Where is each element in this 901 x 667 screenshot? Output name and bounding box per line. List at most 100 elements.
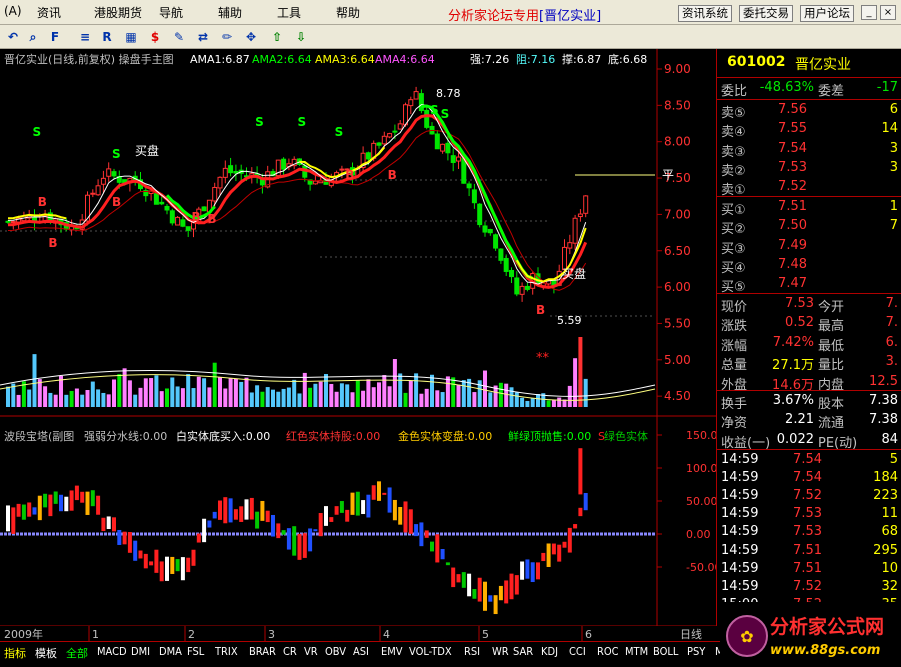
move-icon[interactable]: ✥ bbox=[242, 28, 260, 46]
volume-bar bbox=[64, 394, 69, 407]
indicator-bar bbox=[112, 517, 116, 532]
up-arrow-icon[interactable]: ⇧ bbox=[268, 28, 286, 46]
link-icon[interactable]: ⇄ bbox=[194, 28, 212, 46]
book-row[interactable]: 卖② 7.53 3 bbox=[717, 159, 901, 179]
tab-vr[interactable]: VR bbox=[304, 645, 318, 658]
volume-bar bbox=[6, 386, 10, 407]
book-row[interactable]: 卖⑤ 7.56 6 bbox=[717, 101, 901, 121]
tab-dma[interactable]: DMA bbox=[159, 645, 182, 658]
volume-bar bbox=[339, 383, 344, 407]
dollar-icon[interactable]: $ bbox=[146, 28, 164, 46]
indicator-bar bbox=[361, 500, 366, 515]
menu-item-a[interactable]: (A) bbox=[4, 4, 22, 18]
candle bbox=[175, 216, 181, 226]
volume-bar bbox=[143, 378, 148, 407]
volume-bar bbox=[403, 392, 408, 407]
book-row[interactable]: 买② 7.50 7 bbox=[717, 217, 901, 237]
ama4-label: AMA4:6.64 bbox=[375, 53, 435, 66]
rsi-icon[interactable]: R bbox=[98, 28, 116, 46]
book-row[interactable]: 买⑤ 7.47 bbox=[717, 275, 901, 295]
drag-icon[interactable]: ✎ bbox=[170, 28, 188, 46]
book-row[interactable]: 买④ 7.48 bbox=[717, 256, 901, 276]
back-icon[interactable]: ↶ bbox=[4, 28, 22, 46]
volume-bar bbox=[398, 373, 403, 407]
indicator-bar bbox=[546, 543, 551, 567]
indicator-name: 波段宝塔(副图 bbox=[4, 429, 74, 443]
chart-area[interactable]: 晋亿实业(日线,前复权) 操盘手主图 AMA1:6.87 AMA2:6.64 A… bbox=[0, 49, 716, 626]
logo: ✿ 分析家公式网 www.88gs.com bbox=[720, 602, 901, 664]
volume-bar bbox=[355, 380, 360, 407]
tab-asi[interactable]: ASI bbox=[353, 645, 369, 658]
volume-bar bbox=[69, 390, 74, 407]
trade-button[interactable]: 委托交易 bbox=[739, 5, 793, 22]
tab-psy[interactable]: PSY bbox=[687, 645, 705, 658]
indicator-bar bbox=[239, 506, 244, 522]
calendar-icon[interactable]: ▦ bbox=[122, 28, 140, 46]
buy-marker: B bbox=[388, 168, 397, 182]
forum-button[interactable]: 用户论坛 bbox=[800, 5, 854, 22]
tab-wr[interactable]: WR bbox=[492, 645, 509, 658]
tab-sar[interactable]: SAR bbox=[513, 645, 533, 658]
down-arrow-icon[interactable]: ⇩ bbox=[292, 28, 310, 46]
price-tick: 6.50 bbox=[664, 244, 691, 258]
book-row[interactable]: 买① 7.51 1 bbox=[717, 198, 901, 218]
candle bbox=[159, 201, 165, 205]
pencil-icon[interactable]: ✏ bbox=[218, 28, 236, 46]
tab-obv[interactable]: OBV bbox=[325, 645, 346, 658]
tab-mtm[interactable]: MTM bbox=[625, 645, 648, 658]
tab-macd[interactable]: MACD bbox=[97, 645, 127, 658]
tab-boll[interactable]: BOLL bbox=[653, 645, 678, 658]
volume-bar bbox=[133, 394, 138, 407]
quote-panel: 601002 晋亿实业 委比 -48.63% 委差 -17 卖⑤ 7.56 6 卖④ 7… bbox=[716, 49, 901, 626]
volume-bar bbox=[435, 390, 440, 407]
bottom-label: 底:6.68 bbox=[608, 52, 647, 66]
volume-bar bbox=[202, 378, 207, 407]
indicator-bar bbox=[313, 529, 318, 532]
tab-指标[interactable]: 指标 bbox=[4, 645, 26, 661]
menu-item-tools[interactable]: 工具 bbox=[277, 4, 301, 21]
info-system-button[interactable]: 资讯系统 bbox=[678, 5, 732, 22]
indicator-bar bbox=[424, 530, 429, 538]
tab-vol-tdx[interactable]: VOL-TDX bbox=[409, 645, 452, 658]
buy-marker: B bbox=[48, 236, 57, 250]
indicator-bar bbox=[520, 561, 525, 580]
book-row[interactable]: 卖④ 7.55 14 bbox=[717, 120, 901, 140]
tab-cci[interactable]: CCI bbox=[569, 645, 586, 658]
tab-rsi[interactable]: RSI bbox=[464, 645, 480, 658]
timeline-month: 3 bbox=[268, 628, 275, 641]
menu-item-hk-futures[interactable]: 港股期货 bbox=[94, 4, 142, 21]
tab-fsl[interactable]: FSL bbox=[187, 645, 204, 658]
tab-trix[interactable]: TRIX bbox=[215, 645, 238, 658]
f10-icon[interactable]: F bbox=[46, 28, 64, 46]
volume-bar bbox=[408, 380, 413, 407]
tab-cr[interactable]: CR bbox=[283, 645, 297, 658]
tick-row: 14:59 7.54 5 bbox=[721, 452, 898, 467]
menu-item-assist[interactable]: 辅助 bbox=[218, 4, 242, 21]
zoom-icon[interactable]: ⌕ bbox=[24, 28, 42, 46]
tab-kdj[interactable]: KDJ bbox=[541, 645, 558, 658]
volume-bar bbox=[445, 376, 450, 407]
volume-bar bbox=[59, 375, 63, 407]
tab-roc[interactable]: ROC bbox=[597, 645, 619, 658]
minimize-icon[interactable]: _ bbox=[861, 5, 877, 20]
menu-item-news[interactable]: 资讯 bbox=[37, 4, 61, 21]
tab-全部[interactable]: 全部 bbox=[66, 645, 88, 661]
indicator-bar bbox=[165, 556, 169, 581]
tab-模板[interactable]: 模板 bbox=[35, 645, 57, 661]
candle bbox=[471, 189, 477, 204]
tab-dmi[interactable]: DMI bbox=[131, 645, 150, 658]
book-row[interactable]: 卖① 7.52 bbox=[717, 178, 901, 198]
volume-bar bbox=[180, 388, 185, 407]
book-row[interactable]: 买③ 7.49 bbox=[717, 237, 901, 257]
tab-brar[interactable]: BRAR bbox=[249, 645, 276, 658]
close-icon[interactable]: × bbox=[880, 5, 896, 20]
tab-emv[interactable]: EMV bbox=[381, 645, 403, 658]
book-row[interactable]: 卖③ 7.54 3 bbox=[717, 140, 901, 160]
menu-item-navigate[interactable]: 导航 bbox=[159, 4, 183, 21]
indicator-bar bbox=[339, 501, 344, 513]
volume-bar bbox=[371, 387, 376, 407]
indicator-bar bbox=[37, 495, 42, 521]
indicator-bar bbox=[170, 556, 175, 574]
list-icon[interactable]: ≡ bbox=[76, 28, 94, 46]
menu-item-help[interactable]: 帮助 bbox=[336, 4, 360, 21]
